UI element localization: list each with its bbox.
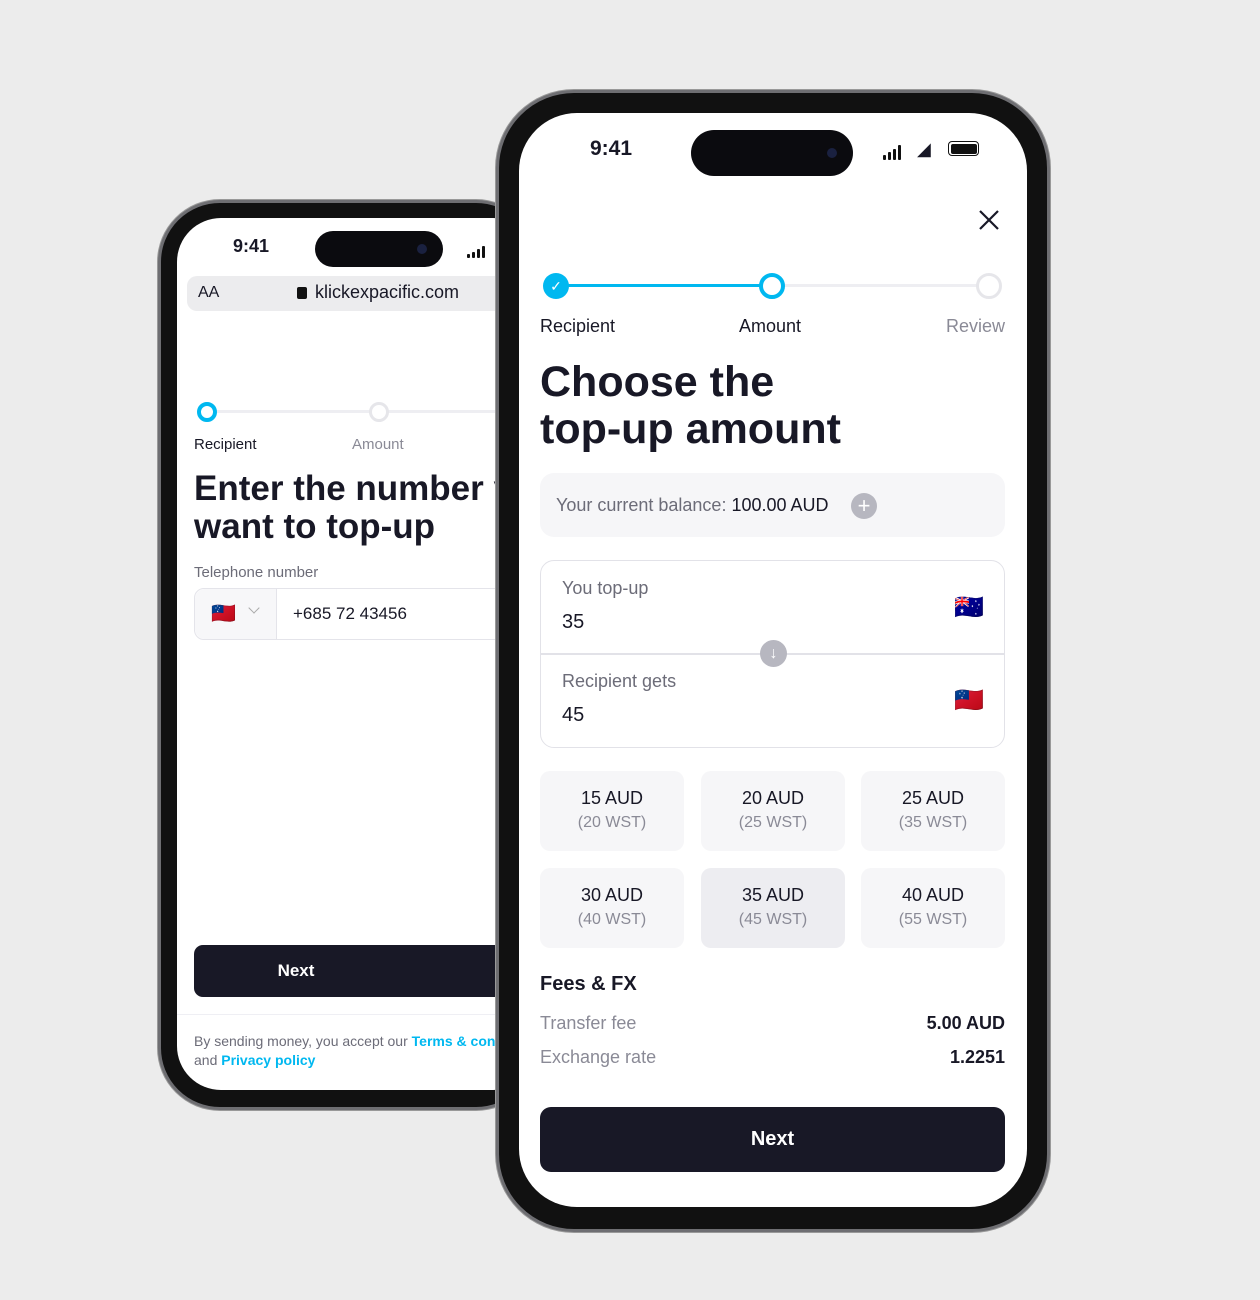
browser-address-bar[interactable]: AA klickexpacific.com xyxy=(187,276,527,311)
next-button[interactable]: Next xyxy=(194,945,537,997)
transfer-fee-value: 5.00 AUD xyxy=(926,1013,1005,1033)
next-button[interactable]: Next xyxy=(540,1107,1005,1172)
arrow-down-icon: ↓ xyxy=(760,640,787,667)
recipient-flag: 🇼🇸 xyxy=(954,687,984,714)
fees-title: Fees & FX xyxy=(540,973,637,995)
balance-label: Your current balance: xyxy=(556,495,727,515)
dynamic-island xyxy=(691,130,853,176)
add-balance-icon[interactable]: + xyxy=(851,493,877,519)
amount-option-15[interactable]: 15 AUD (20 WST) xyxy=(540,771,684,851)
country-select[interactable]: 🇼🇸 xyxy=(195,589,277,639)
amount-option-40[interactable]: 40 AUD (55 WST) xyxy=(861,868,1005,948)
amount-option-25[interactable]: 25 AUD (35 WST) xyxy=(861,771,1005,851)
battery-icon xyxy=(948,141,979,156)
signal-icon xyxy=(883,142,903,160)
text-size-button[interactable]: AA xyxy=(198,284,219,302)
phone-input[interactable]: +685 72 43456 xyxy=(293,604,407,624)
step-review xyxy=(976,273,1002,299)
topup-label: You top-up xyxy=(562,578,649,598)
topup-input[interactable]: 35 xyxy=(562,611,584,634)
chevron-down-icon xyxy=(248,602,260,614)
status-time: 9:41 xyxy=(233,236,270,256)
step-recipient-complete: ✓ xyxy=(543,273,569,299)
exchange-rate-value: 1.2251 xyxy=(949,1047,1005,1067)
step-label-recipient: Recipient xyxy=(194,436,257,453)
step-label-review: Review xyxy=(945,316,1005,336)
topup-flag: 🇦🇺 xyxy=(954,594,984,621)
step-amount xyxy=(369,402,389,422)
phone-field[interactable]: 🇼🇸 +685 72 43456 xyxy=(194,588,537,640)
step-recipient-active xyxy=(197,402,217,422)
signal-icon xyxy=(467,240,487,258)
status-time: 9:41 xyxy=(590,137,633,160)
legal-text: By sending money, you accept our Terms &… xyxy=(194,1032,537,1070)
step-amount-active xyxy=(759,273,785,299)
transfer-fee-label: Transfer fee xyxy=(540,1013,637,1033)
close-icon[interactable] xyxy=(977,208,1001,232)
divider xyxy=(177,1014,537,1015)
wifi-icon: ◢ xyxy=(917,139,931,159)
exchange-rate-label: Exchange rate xyxy=(540,1047,657,1067)
page-title: Choose the top-up amount xyxy=(540,358,841,453)
phone-label: Telephone number xyxy=(194,564,319,581)
front-phone-screen: 9:41 ◢ ✓ Recipient Amount Review Choose … xyxy=(519,113,1027,1207)
url-text[interactable]: klickexpacific.com xyxy=(315,282,459,303)
dynamic-island xyxy=(315,231,443,267)
progress-fill xyxy=(556,284,772,287)
amount-option-30[interactable]: 30 AUD (40 WST) xyxy=(540,868,684,948)
step-label-recipient: Recipient xyxy=(540,316,616,336)
step-label-amount: Amount xyxy=(739,316,802,336)
page-title: Enter the number you want to top-up xyxy=(194,469,537,546)
recipient-gets-input[interactable]: 45 xyxy=(562,704,584,727)
recipient-gets-label: Recipient gets xyxy=(562,671,677,691)
back-phone-screen: 9:41 AA klickexpacific.com Recipient Amo… xyxy=(177,218,537,1090)
country-flag: 🇼🇸 xyxy=(211,603,236,625)
amount-converter: You top-up 35 🇦🇺 ↓ Recipient gets 45 🇼🇸 xyxy=(540,560,1005,748)
amount-option-35-selected[interactable]: 35 AUD (45 WST) xyxy=(701,868,845,948)
lock-icon xyxy=(297,287,307,299)
step-label-amount: Amount xyxy=(352,436,404,453)
balance-card: Your current balance: 100.00 AUD + xyxy=(540,473,1005,537)
privacy-link[interactable]: Privacy policy xyxy=(221,1052,315,1068)
balance-value: 100.00 AUD xyxy=(731,495,829,515)
amount-option-20[interactable]: 20 AUD (25 WST) xyxy=(701,771,845,851)
